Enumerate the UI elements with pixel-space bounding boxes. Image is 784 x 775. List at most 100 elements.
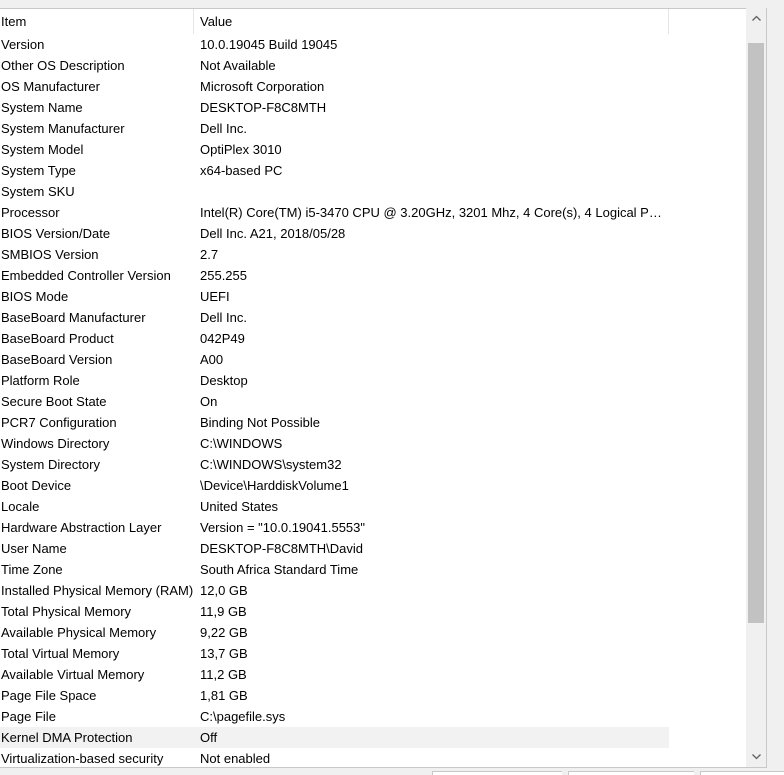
- chevron-down-icon[interactable]: [746, 747, 766, 767]
- row-value-cell: Binding Not Possible: [200, 415, 320, 430]
- table-row[interactable]: Page File C:\pagefile.sys: [0, 706, 748, 727]
- bottom-control-left: [432, 771, 562, 775]
- row-item-cell: System Model: [1, 142, 84, 157]
- table-row[interactable]: BaseBoard Manufacturer Dell Inc.: [0, 307, 748, 328]
- top-edge: [0, 0, 784, 8]
- row-item-cell: PCR7 Configuration: [1, 415, 117, 430]
- table-row[interactable]: Virtualization-based security Not enabled: [0, 748, 748, 767]
- row-value-cell: Intel(R) Core(TM) i5-3470 CPU @ 3.20GHz,…: [200, 205, 662, 220]
- table-row[interactable]: Version 10.0.19045 Build 19045: [0, 34, 748, 55]
- column-header-item[interactable]: Item: [0, 9, 194, 34]
- table-row[interactable]: System Directory C:\WINDOWS\system32: [0, 454, 748, 475]
- row-value-cell: 12,0 GB: [200, 583, 248, 598]
- table-row[interactable]: Processor Intel(R) Core(TM) i5-3470 CPU @…: [0, 202, 748, 223]
- vertical-scrollbar[interactable]: [746, 8, 766, 767]
- row-item-cell: Installed Physical Memory (RAM): [1, 583, 193, 598]
- bottom-control-right: [700, 771, 784, 775]
- row-value-cell: 13,7 GB: [200, 646, 248, 661]
- table-row[interactable]: Secure Boot State On: [0, 391, 748, 412]
- row-item-cell: BaseBoard Manufacturer: [1, 310, 146, 325]
- row-item-cell: Locale: [1, 499, 40, 514]
- row-value-cell: 11,2 GB: [200, 667, 247, 682]
- row-value-cell: Dell Inc.: [200, 121, 247, 136]
- table-row[interactable]: Embedded Controller Version 255.255: [0, 265, 748, 286]
- row-value-cell: DESKTOP-F8C8MTH\David: [200, 541, 364, 556]
- row-value-cell: 9,22 GB: [200, 625, 248, 640]
- row-item-cell: Platform Role: [1, 373, 80, 388]
- table-row[interactable]: System Manufacturer Dell Inc.: [0, 118, 748, 139]
- table-row[interactable]: System Model OptiPlex 3010: [0, 139, 748, 160]
- scrollbar-thumb[interactable]: [748, 43, 764, 623]
- table-row[interactable]: Windows Directory C:\WINDOWS: [0, 433, 748, 454]
- row-value-cell: On: [200, 394, 218, 409]
- row-value-cell: Not Available: [200, 58, 276, 73]
- row-item-cell: BIOS Version/Date: [1, 226, 111, 241]
- table-row[interactable]: BaseBoard Version A00: [0, 349, 748, 370]
- table-row[interactable]: OS Manufacturer Microsoft Corporation: [0, 76, 748, 97]
- row-item-cell: SMBIOS Version: [1, 247, 99, 262]
- table-row[interactable]: PCR7 Configuration Binding Not Possible: [0, 412, 748, 433]
- list-header: Item Value: [0, 9, 748, 34]
- row-item-cell: User Name: [1, 541, 67, 556]
- table-row[interactable]: BIOS Mode UEFI: [0, 286, 748, 307]
- row-item-cell: Windows Directory: [1, 436, 110, 451]
- table-row[interactable]: Platform Role Desktop: [0, 370, 748, 391]
- row-value-cell: Desktop: [200, 373, 248, 388]
- row-item-cell: Other OS Description: [1, 58, 125, 73]
- row-value-cell: Microsoft Corporation: [200, 79, 325, 94]
- system-information-window: Item Value Version 10.0.19045 Build 19045…: [0, 0, 784, 775]
- row-item-cell: Available Virtual Memory: [1, 667, 145, 682]
- row-item-cell: Embedded Controller Version: [1, 268, 171, 283]
- row-value-cell: 2.7: [200, 247, 219, 262]
- row-value-cell: Off: [200, 730, 218, 745]
- row-value-cell: 1,81 GB: [200, 688, 248, 703]
- row-item-cell: System Name: [1, 100, 83, 115]
- row-item-cell: Total Physical Memory: [1, 604, 132, 619]
- row-value-cell: x64-based PC: [200, 163, 283, 178]
- row-item-cell: BaseBoard Product: [1, 331, 114, 346]
- bottom-control-middle: [568, 771, 694, 775]
- table-row[interactable]: Installed Physical Memory (RAM) 12,0 GB: [0, 580, 748, 601]
- row-item-cell: Page File: [1, 709, 56, 724]
- row-item-cell: Processor: [1, 205, 60, 220]
- row-value-cell: 255.255: [200, 268, 247, 283]
- table-row[interactable]: User Name DESKTOP-F8C8MTH\David: [0, 538, 748, 559]
- table-row[interactable]: SMBIOS Version 2.7: [0, 244, 748, 265]
- table-row[interactable]: BIOS Version/Date Dell Inc. A21, 2018/05/…: [0, 223, 748, 244]
- table-row[interactable]: Total Physical Memory 11,9 GB: [0, 601, 748, 622]
- chevron-up-icon[interactable]: [746, 8, 766, 28]
- row-value-cell: UEFI: [200, 289, 230, 304]
- row-value-cell: OptiPlex 3010: [200, 142, 282, 157]
- table-row[interactable]: Available Physical Memory 9,22 GB: [0, 622, 748, 643]
- row-value-cell: 042P49: [200, 331, 245, 346]
- row-item-cell: OS Manufacturer: [1, 79, 100, 94]
- column-header-value[interactable]: Value: [194, 9, 669, 34]
- row-value-cell: C:\pagefile.sys: [200, 709, 286, 724]
- table-row[interactable]: System Type x64-based PC: [0, 160, 748, 181]
- row-item-cell: Time Zone: [1, 562, 63, 577]
- table-row[interactable]: Boot Device \Device\HarddiskVolume1: [0, 475, 748, 496]
- table-row[interactable]: Kernel DMA Protection Off: [0, 727, 748, 748]
- row-item-cell: BIOS Mode: [1, 289, 69, 304]
- row-value-cell: A00: [200, 352, 224, 367]
- row-value-cell: 11,9 GB: [200, 604, 247, 619]
- row-value-cell: South Africa Standard Time: [200, 562, 359, 577]
- system-summary-list[interactable]: Item Value Version 10.0.19045 Build 19045…: [0, 8, 767, 768]
- table-row[interactable]: Total Virtual Memory 13,7 GB: [0, 643, 748, 664]
- table-row[interactable]: Time Zone South Africa Standard Time: [0, 559, 748, 580]
- table-row[interactable]: Locale United States: [0, 496, 748, 517]
- row-item-cell: Virtualization-based security: [1, 751, 164, 766]
- table-row[interactable]: System Name DESKTOP-F8C8MTH: [0, 97, 748, 118]
- table-row[interactable]: System SKU: [0, 181, 748, 202]
- row-item-cell: Boot Device: [1, 478, 72, 493]
- row-item-cell: BaseBoard Version: [1, 352, 113, 367]
- table-row[interactable]: Page File Space 1,81 GB: [0, 685, 748, 706]
- table-row[interactable]: Other OS Description Not Available: [0, 55, 748, 76]
- table-row[interactable]: Hardware Abstraction Layer Version = "10.…: [0, 517, 748, 538]
- table-row[interactable]: Available Virtual Memory 11,2 GB: [0, 664, 748, 685]
- row-item-cell: System Manufacturer: [1, 121, 125, 136]
- row-item-cell: System Type: [1, 163, 76, 178]
- table-row[interactable]: BaseBoard Product 042P49: [0, 328, 748, 349]
- row-value-cell: Dell Inc. A21, 2018/05/28: [200, 226, 346, 241]
- row-item-cell: Available Physical Memory: [1, 625, 157, 640]
